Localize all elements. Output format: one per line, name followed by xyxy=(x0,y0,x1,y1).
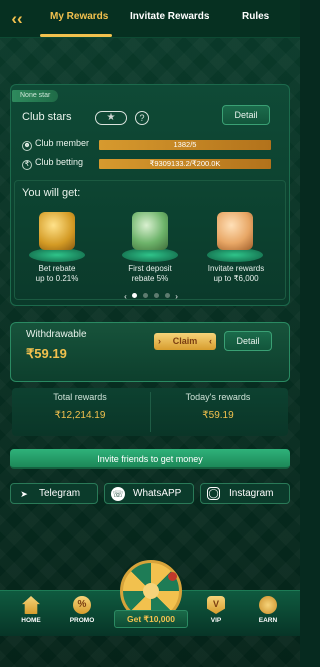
carousel-dot[interactable] xyxy=(165,293,170,298)
club-betting-row: ₹ Club betting xyxy=(22,157,83,170)
invitate-rewards-illustration xyxy=(203,212,267,262)
reward-line: First deposit xyxy=(128,264,172,273)
club-betting-bar: ₹9309133.2/₹200.0K xyxy=(99,159,271,169)
carousel-dot[interactable] xyxy=(154,293,159,298)
chevron-right-icon: › xyxy=(158,336,161,346)
nav-home[interactable]: HOME xyxy=(9,596,53,624)
withdraw-detail-button[interactable]: Detail xyxy=(224,331,272,351)
reward-label-first-deposit: First deposit rebate 5% xyxy=(110,264,190,284)
withdrawable-amount: ₹59.19 xyxy=(26,346,67,361)
club-stars-label: Club stars xyxy=(22,111,72,123)
carousel-dot[interactable] xyxy=(132,293,137,298)
nav-earn[interactable]: EARN xyxy=(246,596,290,624)
nav-earn-label: EARN xyxy=(258,617,278,624)
top-tab-bar: ‹‹ My Rewards Invitate Rewards Rules xyxy=(0,0,300,38)
tab-rules[interactable]: Rules xyxy=(242,11,269,22)
reward-line: Bet rebate xyxy=(38,264,76,273)
cash-chest-icon xyxy=(132,212,168,250)
help-icon[interactable]: ? xyxy=(135,111,149,125)
club-level-badge: None star xyxy=(12,90,59,102)
reward-label-bet-rebate: Bet rebate up to 0.21% xyxy=(17,264,97,284)
percent-icon: % xyxy=(73,596,91,614)
claim-button[interactable]: › Claim ‹ xyxy=(154,333,216,350)
home-icon xyxy=(22,596,40,614)
tab-invitate-rewards[interactable]: Invitate Rewards xyxy=(130,11,209,22)
reward-line: up to ₹6,000 xyxy=(213,274,259,283)
user-icon: ☻ xyxy=(22,141,32,151)
nav-promo[interactable]: % PROMO xyxy=(60,596,104,624)
whatsapp-icon: ☏ xyxy=(111,487,125,501)
you-will-get-label: You will get: xyxy=(22,187,81,199)
claim-label: Claim xyxy=(172,336,198,346)
reward-label-invitate: Invitate rewards up to ₹6,000 xyxy=(196,264,276,284)
instagram-label: Instagram xyxy=(229,488,274,499)
gold-coins-icon xyxy=(39,212,75,250)
instagram-icon: ◯ xyxy=(207,487,220,500)
whatsapp-button[interactable]: ☏ WhatsAPP xyxy=(104,483,194,504)
pedestal xyxy=(122,248,178,262)
nav-vip[interactable]: V VIP xyxy=(194,596,238,624)
star-icon: ★ xyxy=(95,111,127,125)
carousel-prev-icon[interactable]: ‹ xyxy=(124,292,127,301)
telegram-button[interactable]: ➤ Telegram xyxy=(10,483,98,504)
pedestal xyxy=(207,248,263,262)
carousel-indicator: ‹ › xyxy=(113,292,189,302)
club-member-label: Club member xyxy=(35,138,90,148)
reward-line: Invitate rewards xyxy=(207,264,265,273)
todays-rewards-value: ₹59.19 xyxy=(202,410,234,421)
chevron-left-icon: ‹ xyxy=(209,336,212,346)
carousel-next-icon[interactable]: › xyxy=(175,292,178,301)
first-deposit-illustration xyxy=(118,212,182,262)
pedestal xyxy=(29,248,85,262)
stats-divider xyxy=(150,392,151,432)
withdrawable-label: Withdrawable xyxy=(26,329,87,340)
bet-rebate-illustration xyxy=(25,212,89,262)
get-bonus-button[interactable]: Get ₹10,000 xyxy=(114,610,188,628)
club-member-bar: 1382/5 xyxy=(99,140,271,150)
club-detail-button[interactable]: Detail xyxy=(222,105,270,125)
total-rewards-value: ₹12,214.19 xyxy=(54,410,106,421)
nav-home-label: HOME xyxy=(21,617,41,624)
todays-rewards-label: Today's rewards xyxy=(185,392,251,402)
tab-my-rewards[interactable]: My Rewards xyxy=(50,11,108,22)
vip-shield-icon: V xyxy=(207,596,225,614)
notification-dot xyxy=(168,572,177,581)
active-tab-indicator xyxy=(40,34,112,37)
handshake-icon xyxy=(259,596,277,614)
total-rewards-label: Total rewards xyxy=(53,392,107,402)
handshake-icon xyxy=(217,212,253,250)
whatsapp-label: WhatsAPP xyxy=(133,488,182,499)
nav-promo-label: PROMO xyxy=(69,617,95,624)
reward-line: up to 0.21% xyxy=(35,274,79,283)
telegram-label: Telegram xyxy=(39,488,81,499)
carousel-dot[interactable] xyxy=(143,293,148,298)
wheel-center xyxy=(143,583,159,599)
reward-line: rebate 5% xyxy=(131,274,169,283)
chevron-left-icon[interactable]: ‹‹ xyxy=(6,10,28,28)
rupee-icon: ₹ xyxy=(22,160,32,170)
club-member-row: ☻ Club member xyxy=(22,138,89,151)
invite-friends-button[interactable]: Invite friends to get money xyxy=(10,449,290,469)
nav-vip-label: VIP xyxy=(210,617,222,624)
telegram-icon: ➤ xyxy=(20,489,28,499)
club-betting-label: Club betting xyxy=(35,157,84,167)
instagram-button[interactable]: ◯ Instagram xyxy=(200,483,290,504)
